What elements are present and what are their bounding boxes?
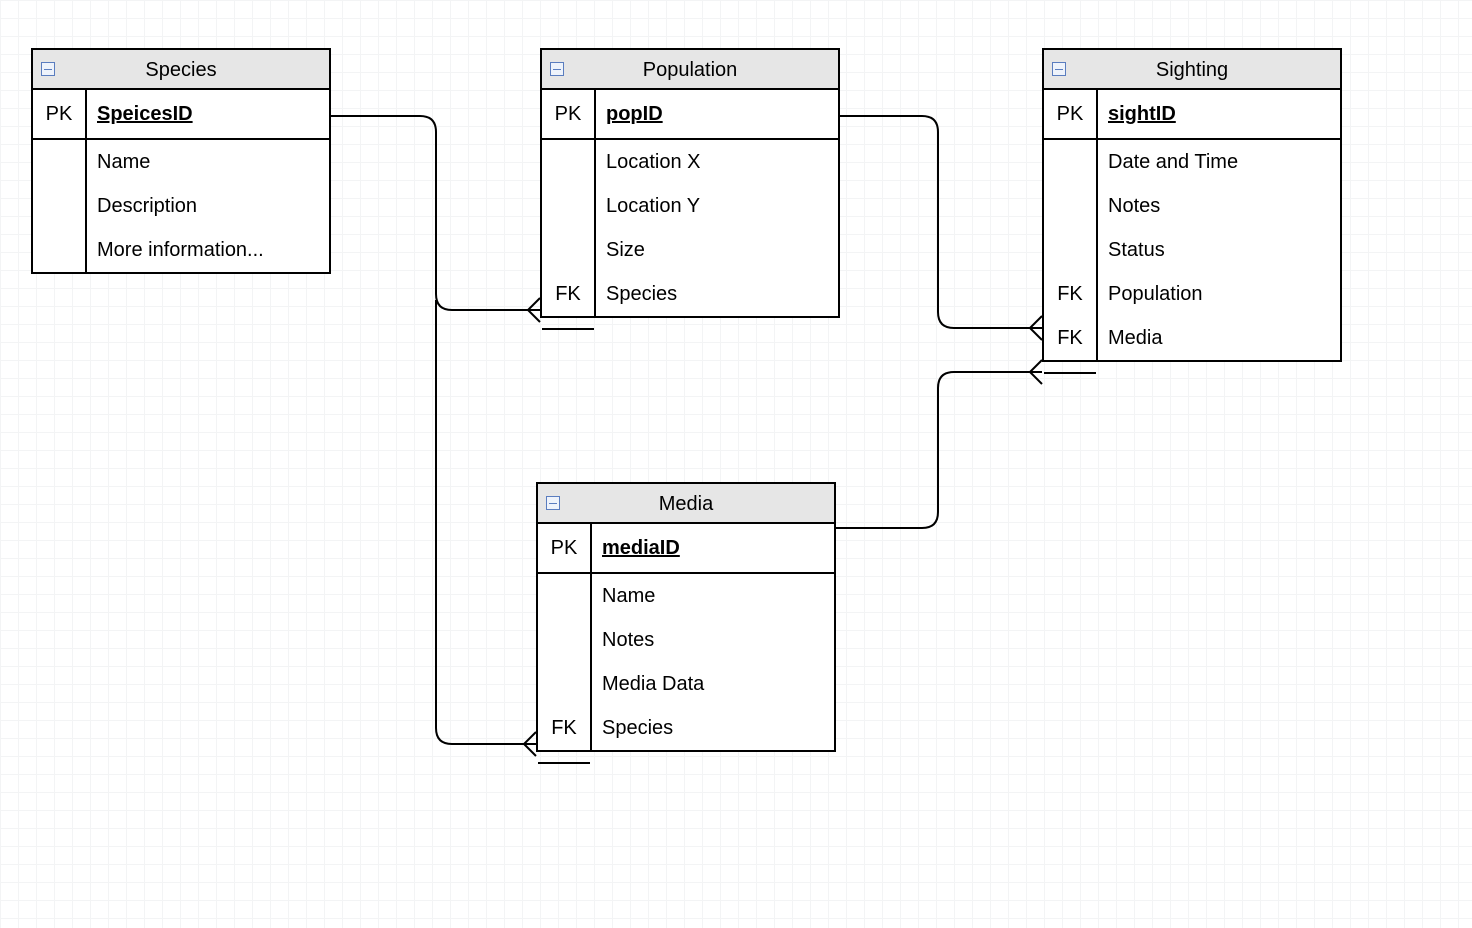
attribute-column: sightID Date and Time Notes Status Popul… — [1098, 90, 1340, 360]
pk-field: mediaID — [602, 537, 680, 560]
entity-title: Population — [643, 59, 738, 81]
key-cell — [1044, 184, 1096, 228]
pk-label: PK — [1057, 103, 1084, 126]
entity-body: PK FK FK sightID Date and Time Notes Sta… — [1044, 90, 1340, 360]
attribute-column: popID Location X Location Y Size Species — [596, 90, 838, 316]
collapse-icon[interactable] — [546, 496, 560, 510]
attribute: Description — [87, 184, 329, 228]
attribute-column: mediaID Name Notes Media Data Species — [592, 524, 834, 750]
collapse-icon[interactable] — [41, 62, 55, 76]
attribute: Media — [1098, 316, 1340, 360]
entity-header: Media — [538, 484, 834, 524]
attribute: Population — [1098, 272, 1340, 316]
pk-label: PK — [551, 537, 578, 560]
entity-media[interactable]: Media PK FK mediaID Name Notes Media Dat… — [536, 482, 836, 752]
entity-title: Sighting — [1156, 59, 1228, 81]
key-cell — [33, 140, 85, 184]
key-cell — [542, 140, 594, 184]
entity-body: PK SpeicesID Name Description More infor… — [33, 90, 329, 272]
attribute: Species — [592, 706, 834, 750]
key-column: PK — [33, 90, 87, 272]
collapse-icon[interactable] — [1052, 62, 1066, 76]
entity-header: Sighting — [1044, 50, 1340, 90]
entity-population[interactable]: Population PK FK popID Location X Locati… — [540, 48, 840, 318]
key-cell: FK — [538, 706, 590, 750]
key-cell — [542, 184, 594, 228]
key-cell — [538, 618, 590, 662]
entity-header: Species — [33, 50, 329, 90]
key-cell — [542, 228, 594, 272]
entity-body: PK FK mediaID Name Notes Media Data Spec… — [538, 524, 834, 750]
attribute: More information... — [87, 228, 329, 272]
key-cell — [1044, 228, 1096, 272]
collapse-icon[interactable] — [550, 62, 564, 76]
attribute: Date and Time — [1098, 140, 1340, 184]
pk-label: PK — [46, 103, 73, 126]
entity-body: PK FK popID Location X Location Y Size S… — [542, 90, 838, 316]
key-cell: FK — [1044, 316, 1096, 360]
attribute: Name — [592, 574, 834, 618]
pk-label: PK — [555, 103, 582, 126]
pk-field: sightID — [1108, 103, 1176, 126]
key-cell: FK — [542, 272, 594, 316]
key-cell: FK — [1044, 272, 1096, 316]
entity-species[interactable]: Species PK SpeicesID Name Description Mo… — [31, 48, 331, 274]
attribute: Notes — [1098, 184, 1340, 228]
entity-header: Population — [542, 50, 838, 90]
attribute: Location Y — [596, 184, 838, 228]
attribute-column: SpeicesID Name Description More informat… — [87, 90, 329, 272]
key-cell — [33, 228, 85, 272]
key-column: PK FK — [542, 90, 596, 316]
key-cell — [33, 184, 85, 228]
key-cell — [1044, 140, 1096, 184]
attribute: Name — [87, 140, 329, 184]
er-diagram-canvas: Species PK SpeicesID Name Description Mo… — [0, 0, 1472, 928]
attribute: Size — [596, 228, 838, 272]
attribute: Notes — [592, 618, 834, 662]
key-column: PK FK — [538, 524, 592, 750]
key-cell — [538, 662, 590, 706]
entity-title: Media — [659, 493, 713, 515]
key-column: PK FK FK — [1044, 90, 1098, 360]
key-cell — [538, 574, 590, 618]
entity-title: Species — [145, 59, 216, 81]
attribute: Media Data — [592, 662, 834, 706]
attribute: Species — [596, 272, 838, 316]
pk-field: SpeicesID — [97, 103, 193, 126]
attribute: Location X — [596, 140, 838, 184]
pk-field: popID — [606, 103, 663, 126]
entity-sighting[interactable]: Sighting PK FK FK sightID Date and Time … — [1042, 48, 1342, 362]
attribute: Status — [1098, 228, 1340, 272]
